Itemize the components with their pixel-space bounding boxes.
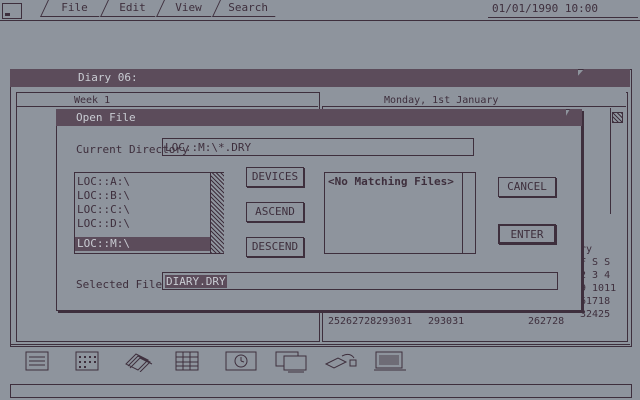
directory-item[interactable]: LOC::C:\ — [77, 203, 130, 217]
spreadsheet-icon[interactable] — [174, 350, 200, 372]
day-scroll-thumb[interactable] — [612, 112, 623, 123]
phone-icon[interactable] — [324, 350, 357, 372]
calendar-icon[interactable] — [74, 350, 100, 372]
clock-underline — [488, 17, 638, 18]
calendar-row: 293031 — [428, 316, 465, 327]
diary-title: Diary 06: — [78, 71, 138, 84]
mini-calendar-line: 32425 — [580, 309, 611, 320]
mini-calendar-line: F S S — [580, 257, 611, 268]
directory-list[interactable]: LOC::A:\ LOC::B:\ LOC::C:\ LOC::D:\ LOC:… — [74, 172, 224, 254]
directory-item[interactable]: LOC::B:\ — [77, 189, 130, 203]
menu-search-label: Search — [228, 1, 269, 14]
calendar-divider — [322, 311, 574, 312]
status-bar — [10, 384, 632, 398]
menu-view[interactable]: View — [156, 0, 219, 17]
week-pane-header — [16, 92, 318, 107]
mini-calendar-line: 61718 — [580, 296, 611, 307]
current-directory-field[interactable]: LOC::M:\*.DRY — [162, 138, 474, 156]
mini-calendar-line: ry — [580, 244, 593, 255]
terminal-icon[interactable] — [374, 350, 406, 372]
mini-calendar: ry F S S 2 3 4 9 1011 61718 32425 — [580, 243, 616, 321]
day-scrollbar[interactable] — [610, 108, 625, 214]
dock — [10, 344, 630, 385]
selected-file-field[interactable]: DIARY.DRY — [162, 272, 558, 290]
mini-calendar-line: 9 1011 — [580, 283, 617, 294]
dialog-title: Open File — [76, 111, 136, 124]
clock-readout: 01/01/1990 10:00 — [492, 2, 598, 15]
directory-item[interactable]: LOC::A:\ — [77, 175, 130, 189]
mini-calendar-line: 2 3 4 — [580, 270, 611, 281]
computer-icon[interactable] — [274, 350, 307, 373]
clock-icon[interactable] — [224, 350, 257, 372]
menu-view-label: View — [174, 1, 202, 14]
menu-file[interactable]: File — [40, 0, 107, 17]
ascend-button[interactable]: ASCEND — [246, 202, 304, 222]
no-matching-files-message: <No Matching Files> — [328, 175, 454, 188]
calendar-row: 25262728293031 — [328, 316, 413, 327]
selected-file-label: Selected File — [76, 278, 163, 291]
files-scrollbar[interactable] — [462, 173, 476, 253]
calendar-row: 262728 — [528, 316, 565, 327]
week-label: Week 1 — [74, 95, 111, 106]
enter-button[interactable]: ENTER — [498, 224, 556, 244]
diary-title-bar[interactable]: Diary 06: — [10, 69, 578, 87]
directory-scrollbar[interactable] — [210, 173, 224, 253]
directory-item-selected[interactable]: LOC::M:\ — [75, 237, 211, 251]
descend-button[interactable]: DESCEND — [246, 237, 304, 257]
menu-search[interactable]: Search — [212, 0, 283, 17]
menu-edit[interactable]: Edit — [100, 0, 163, 17]
day-label: Monday, 1st January — [384, 95, 499, 106]
menu-file-label: File — [60, 1, 88, 14]
notepad-icon[interactable] — [24, 350, 50, 372]
directory-item[interactable]: LOC::D:\ — [77, 217, 130, 231]
cards-icon[interactable] — [124, 350, 153, 373]
devices-button[interactable]: DEVICES — [246, 167, 304, 187]
selected-file-value: DIARY.DRY — [165, 275, 227, 288]
system-menu-icon[interactable] — [2, 3, 22, 19]
cancel-button[interactable]: CANCEL — [498, 177, 556, 197]
menu-edit-label: Edit — [118, 1, 146, 14]
dialog-title-bar[interactable]: Open File — [56, 109, 566, 126]
